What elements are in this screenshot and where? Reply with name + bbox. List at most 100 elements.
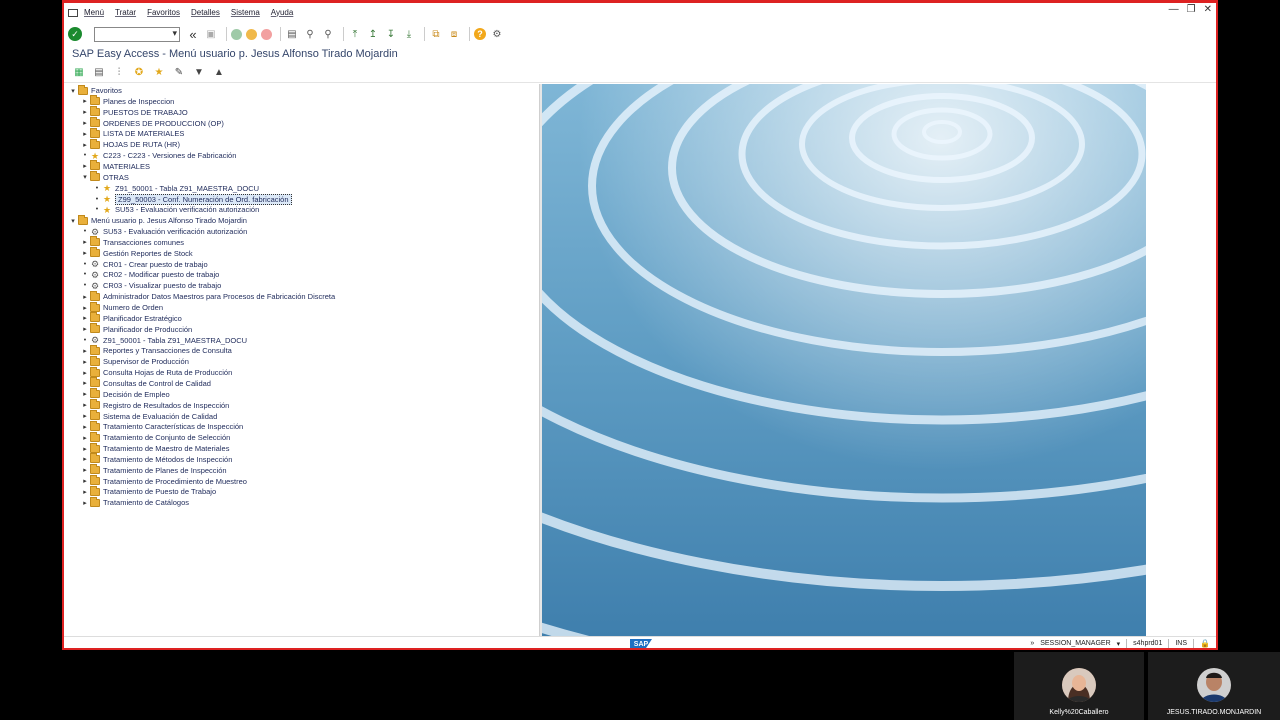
chevron-right-icon[interactable]: ▸ bbox=[80, 476, 90, 486]
check-icon[interactable]: ✓ bbox=[68, 27, 82, 41]
tree-node[interactable]: • ★ Z99_50003 - Conf. Numeración de Ord. f… bbox=[92, 193, 292, 205]
tree-node[interactable]: ▾ Menú usuario p. Jesus Alfonso Tirado Mo… bbox=[68, 214, 247, 226]
menu-item-detalles[interactable]: Detalles bbox=[191, 8, 220, 17]
chevron-right-icon[interactable]: ▸ bbox=[80, 107, 90, 117]
menu-item-favoritos[interactable]: Favoritos bbox=[147, 8, 180, 17]
other-menu-icon[interactable]: ▦ bbox=[72, 66, 86, 80]
tree-node[interactable]: ▸ Tratamiento de Planes de Inspección bbox=[80, 464, 227, 476]
chevron-right-icon[interactable]: ▸ bbox=[80, 248, 90, 258]
close-icon[interactable]: ✕ bbox=[1204, 4, 1212, 15]
move-up-icon[interactable]: ▲ bbox=[212, 66, 226, 80]
chevron-right-icon[interactable]: ▸ bbox=[80, 487, 90, 497]
tree-node[interactable]: ▸ Tratamiento de Maestro de Materiales bbox=[80, 442, 229, 454]
tree-node[interactable]: ▸ Transacciones comunes bbox=[80, 236, 184, 248]
tree-node[interactable]: ▸ Registro de Resultados de Inspección bbox=[80, 399, 229, 411]
chevron-right-icon[interactable]: ▸ bbox=[80, 422, 90, 432]
exit-icon[interactable] bbox=[246, 28, 257, 40]
tree-node[interactable]: ▸ Tratamiento de Catálogos bbox=[80, 496, 189, 508]
move-down-icon[interactable]: ▼ bbox=[192, 66, 206, 80]
tree-node[interactable]: ▸ Supervisor de Producción bbox=[80, 355, 189, 367]
chevron-down-icon[interactable]: ▾ bbox=[80, 172, 90, 182]
tree-node[interactable]: ▸ Decisión de Empleo bbox=[80, 388, 170, 400]
tree-node[interactable]: • ⚙ SU53 - Evaluación verificación autoriz… bbox=[80, 226, 247, 237]
tree-node[interactable]: • ★ C223 - C223 - Versiones de Fabricación bbox=[80, 150, 237, 161]
help-icon[interactable]: ? bbox=[474, 28, 486, 40]
chevron-right-icon[interactable]: ▸ bbox=[80, 96, 90, 106]
tree-node[interactable]: ▸ Tratamiento de Métodos de Inspección bbox=[80, 453, 232, 465]
save-icon[interactable]: ▣ bbox=[204, 27, 218, 41]
chevron-right-icon[interactable]: ▸ bbox=[80, 303, 90, 313]
back-icon[interactable] bbox=[231, 28, 242, 40]
tree-node[interactable]: • ⚙ CR03 - Visualizar puesto de trabajo bbox=[80, 280, 222, 291]
menu-item-ayuda[interactable]: Ayuda bbox=[271, 8, 294, 17]
tree-node[interactable]: • ⚙ Z91_50001 - Tabla Z91_MAESTRA_DOCU bbox=[80, 335, 247, 346]
tree-node[interactable]: ▸ ORDENES DE PRODUCCION (OP) bbox=[80, 117, 224, 129]
chevron-right-icon[interactable]: ▸ bbox=[80, 357, 90, 367]
tree-node[interactable]: ▸ Planes de Inspeccion bbox=[80, 95, 174, 107]
tree-node[interactable]: ▸ Tratamiento de Procedimiento de Muestre… bbox=[80, 475, 247, 487]
chevron-right-icon[interactable]: ▸ bbox=[80, 313, 90, 323]
customize-layout-icon[interactable]: ⚙ bbox=[490, 27, 504, 41]
tree-node[interactable]: ▸ PUESTOS DE TRABAJO bbox=[80, 106, 188, 118]
tree-node[interactable]: ▸ Administrador Datos Maestros para Proce… bbox=[80, 290, 335, 302]
cancel-icon[interactable] bbox=[261, 28, 272, 40]
chevron-right-icon[interactable]: ▸ bbox=[80, 378, 90, 388]
print-icon[interactable]: ▤ bbox=[285, 27, 299, 41]
tree-node[interactable]: ▸ Numero de Orden bbox=[80, 301, 163, 313]
tree-node[interactable]: • ★ SU53 - Evaluación verificación autoriz… bbox=[92, 204, 259, 215]
add-favorite-icon[interactable]: ✪ bbox=[132, 66, 146, 80]
minimize-icon[interactable]: — bbox=[1169, 4, 1179, 15]
chevron-right-icon[interactable]: ▸ bbox=[80, 161, 90, 171]
chevron-right-icon[interactable]: ▸ bbox=[80, 400, 90, 410]
tree-node[interactable]: ▾ Favoritos bbox=[68, 84, 122, 96]
next-page-icon[interactable]: ↧ bbox=[384, 27, 398, 41]
edit-icon[interactable]: ✎ bbox=[172, 66, 186, 80]
find-icon[interactable]: ⚲ bbox=[303, 27, 317, 41]
tree-node[interactable]: ▸ Tratamiento Características de Inspecci… bbox=[80, 420, 243, 432]
chevron-right-icon[interactable]: ▸ bbox=[80, 498, 90, 508]
system-menu-icon[interactable] bbox=[66, 7, 80, 17]
tree-node[interactable]: ▸ Tratamiento de Puesto de Trabajo bbox=[80, 485, 216, 497]
tree-node[interactable]: • ⚙ CR02 - Modificar puesto de trabajo bbox=[80, 269, 220, 280]
find-next-icon[interactable]: ⚲ bbox=[321, 27, 335, 41]
last-page-icon[interactable]: ⤓ bbox=[402, 27, 416, 41]
chevron-right-icon[interactable]: ▸ bbox=[80, 129, 90, 139]
chevron-right-icon[interactable]: ▸ bbox=[80, 292, 90, 302]
chevron-right-icon[interactable]: ▸ bbox=[80, 140, 90, 150]
chevron-right-icon[interactable]: ▸ bbox=[80, 118, 90, 128]
chevron-right-icon[interactable]: ▸ bbox=[80, 324, 90, 334]
previous-page-icon[interactable]: ↥ bbox=[366, 27, 380, 41]
tree-node[interactable]: ▸ Planificador de Producción bbox=[80, 323, 192, 335]
tree-node[interactable]: • ★ Z91_50001 - Tabla Z91_MAESTRA_DOCU bbox=[92, 183, 259, 194]
first-page-icon[interactable]: ⤒ bbox=[348, 27, 362, 41]
chevron-right-icon[interactable]: ▸ bbox=[80, 237, 90, 247]
tree-node[interactable]: ▸ Reportes y Transacciones de Consulta bbox=[80, 344, 232, 356]
command-field[interactable] bbox=[94, 26, 180, 42]
menu-item-menu[interactable]: Menú bbox=[84, 8, 104, 17]
chevron-down-icon[interactable]: ▾ bbox=[1117, 640, 1121, 648]
tree-node[interactable]: ▸ Consulta Hojas de Ruta de Producción bbox=[80, 366, 232, 378]
chevron-down-icon[interactable]: ▾ bbox=[68, 216, 78, 226]
new-session-icon[interactable]: ⧉ bbox=[429, 27, 443, 41]
tree-node[interactable]: ▾ OTRAS bbox=[80, 171, 129, 183]
input-mode-label[interactable]: INS bbox=[1175, 640, 1187, 647]
tree-node[interactable]: ▸ MATERIALES bbox=[80, 160, 150, 172]
tree-node[interactable]: ▸ HOJAS DE RUTA (HR) bbox=[80, 138, 180, 150]
user-menu-icon[interactable]: ⫶ bbox=[112, 66, 126, 80]
sap-menu-icon[interactable]: ▤ bbox=[92, 66, 106, 80]
tree-node[interactable]: ▸ Consultas de Control de Calidad bbox=[80, 377, 211, 389]
chevron-right-icon[interactable]: ▸ bbox=[80, 444, 90, 454]
menu-item-sistema[interactable]: Sistema bbox=[231, 8, 260, 17]
menu-item-tratar[interactable]: Tratar bbox=[115, 8, 136, 17]
chevron-right-icon[interactable]: ▸ bbox=[80, 411, 90, 421]
tree-node[interactable]: ▸ Gestión Reportes de Stock bbox=[80, 247, 193, 259]
maximize-icon[interactable]: ❐ bbox=[1187, 4, 1196, 15]
chevron-right-icon[interactable]: ▸ bbox=[80, 433, 90, 443]
double-chevron-left-icon[interactable]: « bbox=[186, 27, 200, 42]
tree-node[interactable]: ▸ Planificador Estratégico bbox=[80, 312, 182, 324]
change-favorite-icon[interactable]: ★ bbox=[152, 66, 166, 80]
tree-node[interactable]: ▸ Tratamiento de Conjunto de Selección bbox=[80, 431, 230, 443]
chevron-right-icon[interactable]: ▸ bbox=[80, 346, 90, 356]
chevron-right-icon[interactable]: ▸ bbox=[80, 389, 90, 399]
expand-status-icon[interactable]: » bbox=[1030, 640, 1034, 647]
